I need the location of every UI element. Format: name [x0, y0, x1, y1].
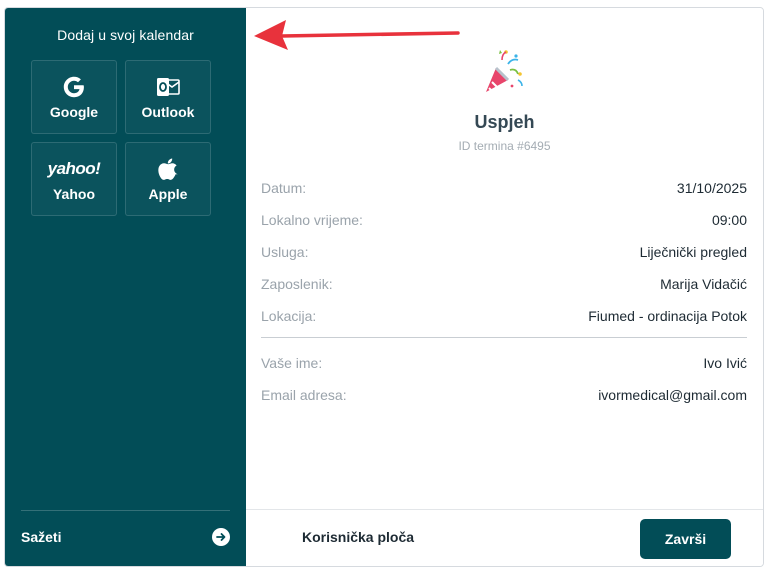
appointment-id: ID termina #6495	[458, 139, 551, 153]
sidebar-title: Dodaj u svoj kalendar	[57, 27, 194, 43]
detail-value: Fiumed - ordinacija Potok	[588, 308, 747, 324]
detail-row: Lokacija: Fiumed - ordinacija Potok	[261, 300, 747, 332]
detail-row: Usluga: Liječnički pregled	[261, 236, 747, 268]
detail-row: Datum: 31/10/2025	[261, 172, 747, 204]
customer-label: Vaše ime:	[261, 355, 323, 371]
add-to-outlook-button[interactable]: Outlook	[125, 60, 211, 134]
summary-label: Sažeti	[21, 529, 62, 545]
detail-value: Liječnički pregled	[639, 244, 747, 260]
yahoo-icon: yahoo!	[47, 159, 101, 178]
arrow-right-circle-icon	[212, 528, 230, 546]
detail-label: Lokalno vrijeme:	[261, 212, 363, 228]
finish-button[interactable]: Završi	[640, 519, 731, 559]
google-label: Google	[49, 104, 99, 120]
detail-value: 09:00	[711, 212, 747, 228]
add-to-yahoo-button[interactable]: yahoo! Yahoo	[31, 142, 117, 216]
customer-label: Email adresa:	[261, 387, 347, 403]
detail-label: Datum:	[261, 180, 307, 196]
booking-summary: Uspjeh ID termina #6495 Datum: 31/10/202…	[246, 8, 763, 566]
customer-row: Email adresa: ivormedical@gmail.com	[261, 379, 747, 411]
outlook-label: Outlook	[141, 104, 195, 120]
detail-label: Usluga:	[261, 244, 309, 260]
party-popper-icon	[486, 50, 523, 93]
details-divider	[261, 337, 747, 338]
calendar-sidebar: Dodaj u svoj kalendar Google Outlook yah…	[5, 8, 246, 566]
apple-icon	[157, 156, 179, 182]
detail-value: Marija Vidačić	[660, 276, 747, 292]
booking-confirmation-panel: Dodaj u svoj kalendar Google Outlook yah…	[4, 7, 764, 567]
outlook-icon	[155, 74, 181, 100]
detail-label: Lokacija:	[261, 308, 317, 324]
customer-value: Ivo Ivić	[703, 355, 747, 371]
customer-value: ivormedical@gmail.com	[598, 387, 747, 403]
apple-label: Apple	[148, 186, 188, 202]
google-icon	[62, 74, 86, 100]
add-to-google-button[interactable]: Google	[31, 60, 117, 134]
collapse-summary-button[interactable]: Sažeti	[21, 522, 230, 552]
detail-row: Zaposlenik: Marija Vidačić	[261, 268, 747, 300]
dashboard-button[interactable]: Korisnička ploča	[302, 529, 414, 545]
appointment-details: Datum: 31/10/2025 Lokalno vrijeme: 09:00…	[261, 172, 747, 411]
detail-label: Zaposlenik:	[261, 276, 333, 292]
detail-value: 31/10/2025	[676, 180, 747, 196]
footer-bar: Korisnička ploča Završi	[246, 509, 763, 566]
success-title: Uspjeh	[474, 112, 535, 132]
detail-row: Lokalno vrijeme: 09:00	[261, 204, 747, 236]
sidebar-divider	[21, 510, 230, 511]
add-to-apple-button[interactable]: Apple	[125, 142, 211, 216]
yahoo-label: Yahoo	[52, 186, 95, 202]
customer-row: Vaše ime: Ivo Ivić	[261, 347, 747, 379]
